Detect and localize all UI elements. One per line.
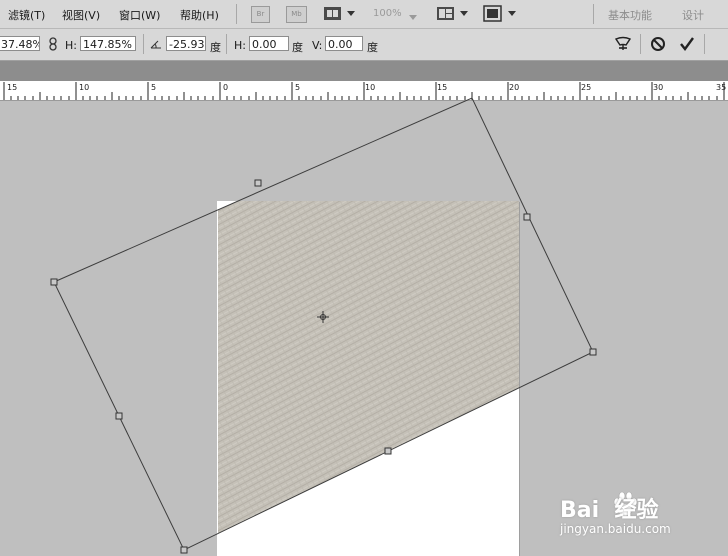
transform-handle[interactable] bbox=[50, 278, 58, 286]
transform-handle[interactable] bbox=[180, 546, 188, 554]
transform-handle[interactable] bbox=[115, 412, 123, 420]
watermark-url: jingyan.baidu.com bbox=[560, 522, 671, 536]
transform-handle[interactable] bbox=[254, 179, 262, 187]
transform-handle[interactable] bbox=[589, 348, 597, 356]
baidu-watermark: Bai 经验 jingyan.baidu.com bbox=[560, 490, 720, 550]
transform-handle[interactable] bbox=[523, 213, 531, 221]
watermark-brand: Bai 经验 bbox=[560, 498, 659, 523]
transform-overlay bbox=[50, 97, 597, 554]
transform-handle[interactable] bbox=[384, 447, 392, 455]
